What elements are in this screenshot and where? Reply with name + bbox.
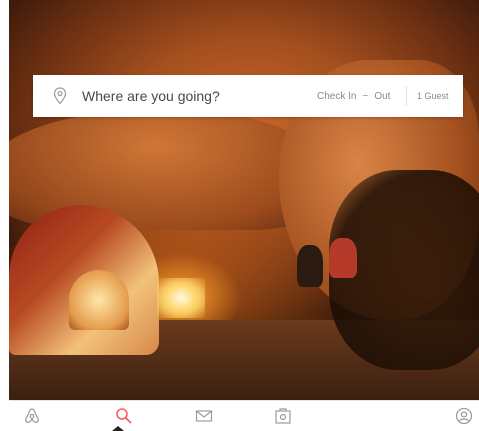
check-in-field[interactable]: Check In: [317, 91, 356, 102]
date-separator: ~: [362, 91, 369, 102]
trips-icon[interactable]: [274, 407, 292, 425]
messages-icon[interactable]: [195, 407, 213, 425]
date-picker[interactable]: Check In ~ Out: [317, 91, 390, 102]
person: [297, 245, 323, 287]
hero-background-photo: [9, 0, 479, 400]
profile-icon[interactable]: [455, 407, 473, 425]
campfire: [157, 278, 205, 318]
check-out-field[interactable]: Out: [374, 91, 390, 102]
airbnb-logo-icon[interactable]: [23, 407, 41, 425]
person: [329, 238, 357, 278]
search-bar[interactable]: Where are you going? Check In ~ Out 1 Gu…: [33, 75, 463, 117]
divider: [406, 86, 407, 106]
active-tab-indicator: [112, 426, 124, 431]
search-icon[interactable]: [115, 407, 133, 425]
location-pin-icon: [53, 87, 67, 105]
tent-door: [69, 270, 129, 330]
guests-field[interactable]: 1 Guest: [417, 91, 449, 101]
bottom-tab-bar: [9, 400, 479, 431]
destination-input[interactable]: Where are you going?: [82, 88, 220, 104]
